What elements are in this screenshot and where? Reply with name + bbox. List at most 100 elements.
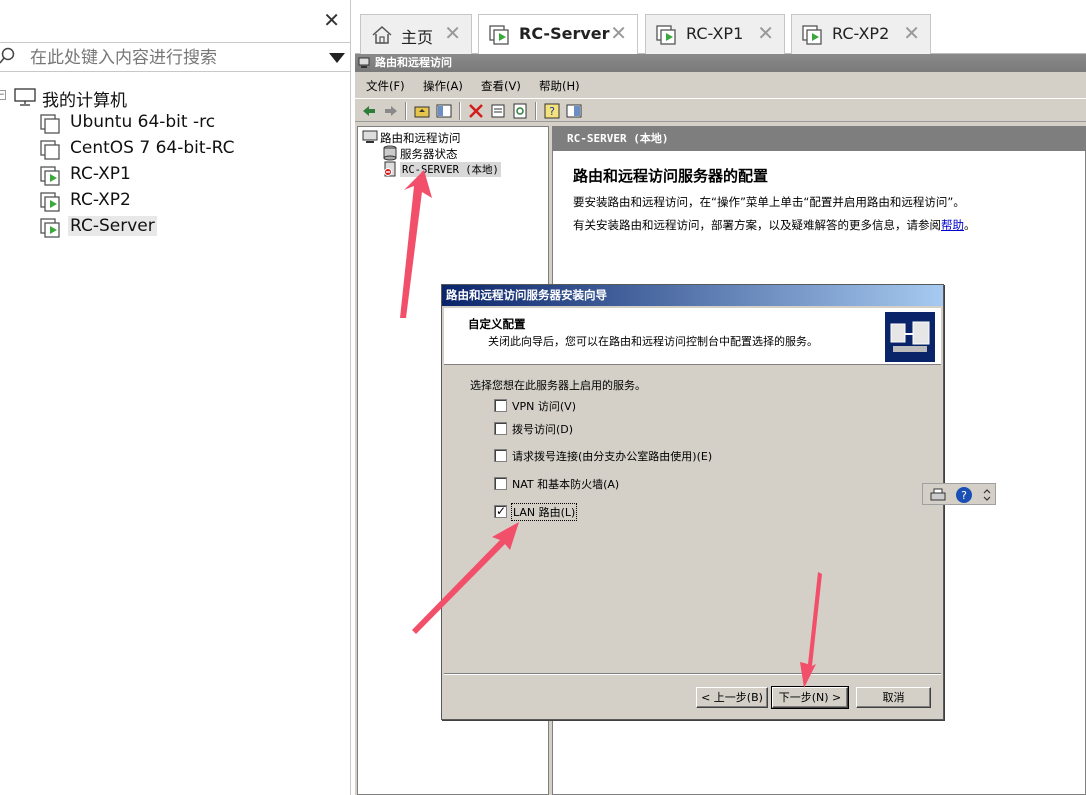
vm-item[interactable]: RC-XP2 [0, 188, 351, 214]
vm-running-icon [40, 192, 60, 212]
details-title: 路由和远程访问服务器的配置 [573, 167, 769, 185]
help-circle-icon[interactable]: ? [955, 486, 973, 504]
details-line-1: 要安装路由和远程访问，在“操作”菜单上单击“配置并启用路由和远程访问”。 [573, 195, 965, 209]
network-printer-icon[interactable] [929, 486, 947, 504]
details-header: RC-SERVER (本地) [553, 127, 1086, 151]
toolbar: ? [355, 98, 1086, 122]
details-line-2-suffix: 。 [964, 218, 976, 232]
tree-server-status-label: 服务器状态 [400, 147, 458, 161]
vm-running-icon [656, 25, 676, 45]
wizard-title-bar: 路由和远程访问服务器安装向导 [442, 285, 943, 306]
tab-rc-xp2-close-icon[interactable]: ✕ [903, 23, 920, 43]
forward-arrow-icon[interactable] [382, 102, 400, 120]
cancel-button[interactable]: 取消 [856, 687, 931, 708]
properties-icon[interactable] [489, 102, 507, 120]
help-icon[interactable]: ? [543, 102, 561, 120]
tab-rc-server[interactable]: RC-Server ✕ [478, 14, 638, 55]
library-search [0, 42, 351, 72]
vm-item[interactable]: RC-XP1 [0, 162, 351, 188]
mmc-title-bar: 路由和远程访问 [355, 54, 1086, 72]
wizard-prompt: 选择您想在此服务器上启用的服务。 [470, 379, 646, 392]
network-server-icon [885, 312, 935, 362]
option-nat-firewall-label: NAT 和基本防火墙(A) [512, 478, 620, 491]
computer-icon [14, 88, 36, 106]
tree-routing-root-label: 路由和远程访问 [380, 131, 461, 145]
next-button[interactable]: 下一步(N) > [771, 686, 849, 709]
console-tree-icon[interactable] [565, 102, 583, 120]
svg-text:?: ? [549, 105, 555, 118]
tab-home-label: 主页 [401, 28, 434, 47]
option-lan-routing-label: LAN 路由(L) [510, 503, 578, 521]
vm-stopped-icon [40, 140, 60, 160]
show-hide-tree-icon[interactable] [435, 102, 453, 120]
wizard-heading: 自定义配置 [468, 317, 526, 331]
tab-rc-server-label: RC-Server [519, 24, 610, 43]
option-dialup-access-label: 拨号访问(D) [512, 423, 574, 436]
server-stopped-icon [384, 161, 396, 177]
tree-root-label: 我的计算机 [42, 91, 127, 111]
menu-action[interactable]: 操作(A) [423, 78, 463, 94]
floating-toolbar: ? [922, 483, 996, 505]
checkbox-lan-routing[interactable]: ✓ [494, 504, 507, 518]
vm-item[interactable]: Ubuntu 64-bit -rc [0, 110, 351, 136]
back-button[interactable]: < 上一步(B) [696, 687, 768, 708]
vm-running-icon [40, 218, 60, 238]
search-dropdown-icon[interactable] [329, 53, 345, 63]
svg-text:?: ? [961, 489, 967, 502]
toolbar-separator [535, 102, 537, 120]
refresh-icon[interactable] [511, 102, 529, 120]
mmc-title: 路由和远程访问 [375, 56, 452, 69]
details-line-2: 有关安装路由和远程访问，部署方案，以及疑难解答的更多信息，请参阅帮助。 [573, 217, 976, 233]
wizard-footer-divider [444, 673, 941, 675]
search-icon [0, 47, 15, 64]
checkbox-dialup-access[interactable] [494, 422, 507, 435]
search-input[interactable] [30, 46, 310, 70]
library-panel: ✕ − 我的计算机 Ubuntu 64-bit -rc CentOS 7 64-b… [0, 0, 351, 795]
vm-item-label: Ubuntu 64-bit -rc [70, 112, 216, 132]
tree-rc-server-local-label: RC-SERVER (本地) [400, 162, 501, 177]
vm-item-label: CentOS 7 64-bit-RC [70, 138, 235, 158]
tab-rc-server-close-icon[interactable]: ✕ [610, 23, 627, 43]
vm-tree: − 我的计算机 Ubuntu 64-bit -rc CentOS 7 64-bit… [0, 84, 351, 240]
home-icon [372, 25, 392, 44]
tab-home[interactable]: 主页 ✕ [360, 14, 472, 54]
tab-rc-xp1[interactable]: RC-XP1 ✕ [645, 14, 785, 54]
tab-bar: 主页 ✕ RC-Server ✕ RC-XP1 ✕ RC-XP2 ✕ [355, 0, 1086, 55]
checkmark-icon: ✓ [496, 504, 507, 518]
vm-item-label: RC-XP1 [70, 164, 131, 184]
checkbox-nat-firewall[interactable] [494, 477, 507, 490]
option-vpn-access-label: VPN 访问(V) [512, 400, 576, 413]
tab-home-close-icon[interactable]: ✕ [444, 23, 461, 43]
tab-rc-xp2-label: RC-XP2 [832, 24, 890, 43]
overflow-chevron-icon[interactable] [981, 487, 993, 503]
server-status-icon [383, 145, 397, 161]
menu-file[interactable]: 文件(F) [366, 78, 405, 94]
menu-help[interactable]: 帮助(H) [539, 78, 580, 94]
library-header: ✕ [0, 0, 350, 42]
vm-stopped-icon [40, 114, 60, 134]
checkbox-demand-dial[interactable] [494, 449, 507, 462]
routing-icon [358, 57, 370, 68]
checkbox-vpn-access[interactable] [494, 399, 507, 412]
vm-running-icon [802, 25, 822, 45]
vm-item[interactable]: RC-Server [0, 214, 351, 240]
delete-icon[interactable] [467, 102, 485, 120]
menu-bar: 文件(F) 操作(A) 查看(V) 帮助(H) [355, 74, 1086, 96]
collapse-icon[interactable]: − [0, 90, 6, 100]
details-line-2-text: 有关安装路由和远程访问，部署方案，以及疑难解答的更多信息，请参阅 [573, 218, 941, 232]
tab-rc-xp1-close-icon[interactable]: ✕ [757, 23, 774, 43]
menu-view[interactable]: 查看(V) [481, 78, 521, 94]
tab-rc-xp2[interactable]: RC-XP2 ✕ [791, 14, 931, 54]
toolbar-separator [459, 102, 461, 120]
option-demand-dial-label: 请求拨号连接(由分支办公室路由使用)(E) [512, 450, 713, 463]
tree-root-my-computer[interactable]: − 我的计算机 [0, 84, 351, 111]
vm-item-label: RC-Server [68, 216, 157, 236]
back-arrow-icon[interactable] [360, 102, 378, 120]
vm-running-icon [489, 25, 509, 45]
library-close-icon[interactable]: ✕ [323, 10, 340, 30]
help-link[interactable]: 帮助 [941, 218, 964, 232]
tab-rc-xp1-label: RC-XP1 [686, 24, 744, 43]
up-folder-icon[interactable] [413, 102, 431, 120]
vm-running-icon [40, 166, 60, 186]
vm-item[interactable]: CentOS 7 64-bit-RC [0, 136, 351, 162]
